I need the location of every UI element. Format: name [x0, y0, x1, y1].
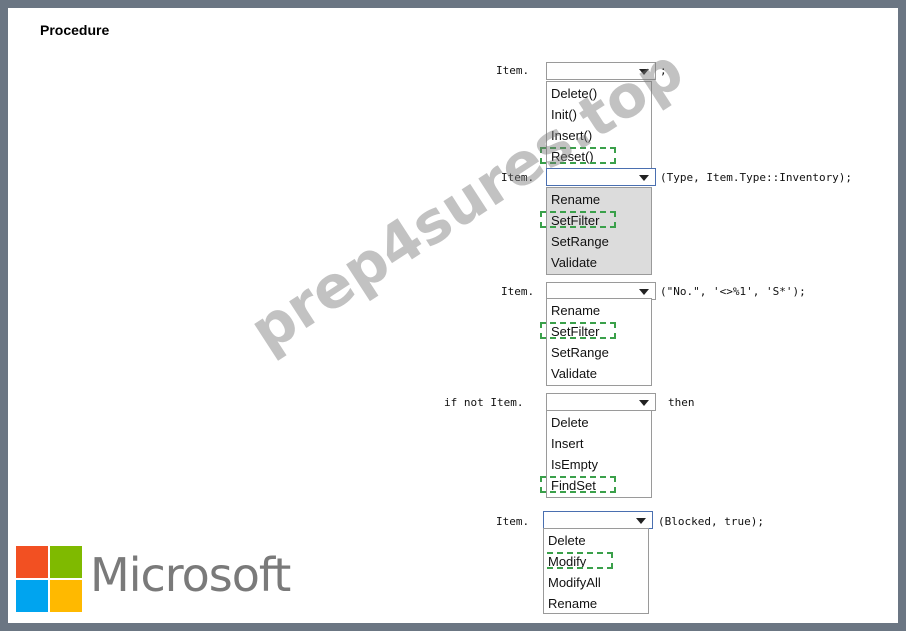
dropdown-5[interactable]: [543, 511, 653, 529]
dropdown-3-options: Rename SetFilter SetRange Validate: [540, 298, 652, 386]
option-delete[interactable]: Delete: [547, 412, 651, 433]
option-setfilter-selected[interactable]: SetFilter: [540, 210, 651, 231]
option-modifyall[interactable]: ModifyAll: [544, 572, 648, 593]
option-setrange[interactable]: SetRange: [547, 342, 651, 363]
code-suffix-5: (Blocked, true);: [658, 515, 764, 528]
option-validate[interactable]: Validate: [547, 363, 651, 384]
option-validate[interactable]: Validate: [547, 252, 651, 273]
dropdown-1[interactable]: [546, 62, 656, 80]
option-delete[interactable]: Delete: [544, 530, 648, 551]
dropdown-5-options: Delete Modify ModifyAll Rename: [543, 528, 649, 614]
option-rename[interactable]: Rename: [544, 593, 648, 613]
option-setrange[interactable]: SetRange: [547, 231, 651, 252]
dropdown-1-options: Delete() Init() Insert() Reset(): [540, 81, 652, 169]
logo-square-green: [50, 546, 82, 578]
logo-square-red: [16, 546, 48, 578]
code-suffix-1: ;: [660, 64, 667, 77]
dropdown-4[interactable]: [546, 393, 656, 411]
option-modify-selected[interactable]: Modify: [544, 551, 648, 572]
option-delete[interactable]: Delete(): [547, 83, 651, 104]
logo-square-blue: [16, 580, 48, 612]
microsoft-logo-icon: [16, 546, 82, 612]
option-setfilter-selected[interactable]: SetFilter: [540, 321, 651, 342]
code-prefix-4: if not Item.: [444, 396, 524, 409]
option-rename[interactable]: Rename: [547, 189, 651, 210]
option-insert[interactable]: Insert(): [547, 125, 651, 146]
dropdown-4-options: Delete Insert IsEmpty FindSet: [540, 410, 652, 498]
option-rename[interactable]: Rename: [547, 300, 651, 321]
chevron-down-icon[interactable]: [630, 512, 652, 528]
code-suffix-4: then: [668, 396, 695, 409]
dropdown-2-options: Rename SetFilter SetRange Validate: [540, 187, 652, 275]
option-insert[interactable]: Insert: [547, 433, 651, 454]
code-suffix-3: ("No.", '<>%1', 'S*');: [660, 285, 806, 298]
code-prefix-2: Item.: [501, 171, 535, 184]
option-isempty[interactable]: IsEmpty: [547, 454, 651, 475]
code-prefix-5: Item.: [496, 515, 530, 528]
answer-area-frame: Procedure Item. ; Delete() Init() Insert…: [8, 8, 898, 623]
chevron-down-icon[interactable]: [633, 283, 655, 299]
chevron-down-icon[interactable]: [633, 169, 655, 185]
option-findset-selected[interactable]: FindSet: [540, 475, 651, 496]
option-init[interactable]: Init(): [547, 104, 651, 125]
chevron-down-icon[interactable]: [633, 63, 655, 79]
chevron-down-icon[interactable]: [633, 394, 655, 410]
page-title: Procedure: [40, 22, 110, 38]
option-reset-selected[interactable]: Reset(): [540, 146, 651, 167]
microsoft-wordmark: Microsoft: [90, 548, 291, 602]
dropdown-2[interactable]: [546, 168, 656, 186]
code-prefix-3: Item.: [501, 285, 535, 298]
logo-square-yellow: [50, 580, 82, 612]
code-suffix-2: (Type, Item.Type::Inventory);: [660, 171, 853, 184]
code-prefix-1: Item.: [496, 64, 530, 77]
